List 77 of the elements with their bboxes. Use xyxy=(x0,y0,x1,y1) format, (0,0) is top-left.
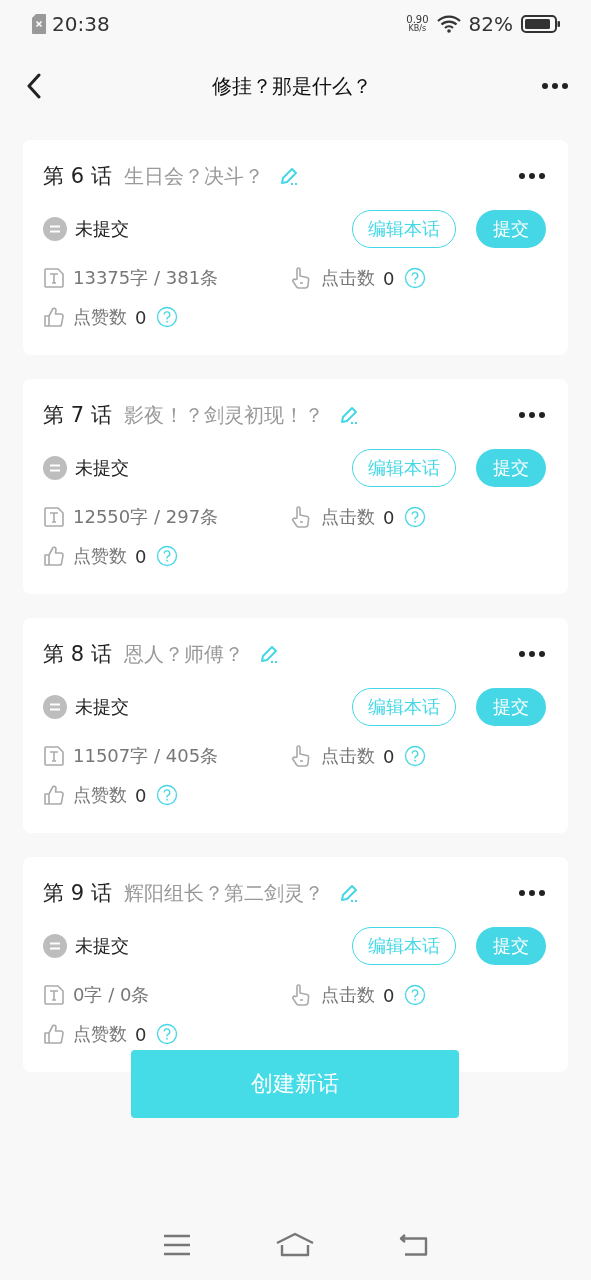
help-icon[interactable] xyxy=(404,984,427,1006)
sim-icon xyxy=(32,14,46,34)
edit-chapter-button[interactable]: 编辑本话 xyxy=(352,927,456,965)
clicks-value: 0 xyxy=(383,984,395,1006)
status-label: 未提交 xyxy=(75,456,129,480)
chapter-title: 影夜！？剑灵初现！？ xyxy=(123,401,324,429)
help-icon[interactable] xyxy=(404,745,427,767)
clicks-label: 点击数 xyxy=(321,266,375,290)
likes-label: 点赞数 xyxy=(73,544,127,568)
status-icon xyxy=(43,695,67,719)
help-icon[interactable] xyxy=(156,784,179,806)
submit-button[interactable]: 提交 xyxy=(476,449,546,487)
chapter-title: 恩人？师傅？ xyxy=(123,640,244,668)
text-icon xyxy=(43,745,65,767)
likes-value: 0 xyxy=(135,1023,147,1045)
chapter-number: 第 8 话 xyxy=(43,641,112,668)
more-icon[interactable] xyxy=(518,172,546,180)
clicks-value: 0 xyxy=(383,506,395,528)
help-icon[interactable] xyxy=(404,267,427,289)
page-title: 修挂？那是什么？ xyxy=(211,72,372,100)
status-label: 未提交 xyxy=(75,695,129,719)
clicks-value: 0 xyxy=(383,267,395,289)
chapter-title: 辉阳组长？第二剑灵？ xyxy=(123,879,324,907)
chapter-number: 第 7 话 xyxy=(43,402,112,429)
more-icon[interactable] xyxy=(518,411,546,419)
text-icon xyxy=(43,506,65,528)
likes-label: 点赞数 xyxy=(73,1022,127,1046)
network-speed-value: 0.90 xyxy=(406,15,429,25)
chapter-title: 生日会？决斗？ xyxy=(123,162,264,190)
clicks-label: 点击数 xyxy=(321,983,375,1007)
chapter-number: 第 9 话 xyxy=(43,880,112,907)
thumbs-up-icon xyxy=(43,1023,65,1045)
word-count: 11507字 / 405条 xyxy=(73,744,219,768)
clicks-label: 点击数 xyxy=(321,744,375,768)
more-icon[interactable] xyxy=(541,82,569,90)
word-count: 12550字 / 297条 xyxy=(73,505,219,529)
help-icon[interactable] xyxy=(156,306,179,328)
word-count: 13375字 / 381条 xyxy=(73,266,219,290)
edit-chapter-button[interactable]: 编辑本话 xyxy=(352,449,456,487)
battery-percent: 82% xyxy=(468,12,513,36)
status-label: 未提交 xyxy=(75,934,129,958)
edit-chapter-button[interactable]: 编辑本话 xyxy=(352,688,456,726)
back-icon[interactable] xyxy=(26,73,42,99)
more-icon[interactable] xyxy=(518,889,546,897)
word-count: 0字 / 0条 xyxy=(73,983,150,1007)
more-icon[interactable] xyxy=(518,650,546,658)
status-label: 未提交 xyxy=(75,217,129,241)
submit-button[interactable]: 提交 xyxy=(476,688,546,726)
home-icon[interactable] xyxy=(275,1232,316,1258)
thumbs-up-icon xyxy=(43,784,65,806)
network-speed-unit: KB/s xyxy=(408,25,427,33)
clock: 20:38 xyxy=(52,12,110,36)
chapter-number: 第 6 话 xyxy=(43,163,112,190)
status-icon xyxy=(43,934,67,958)
help-icon[interactable] xyxy=(156,1023,179,1045)
thumbs-up-icon xyxy=(43,545,65,567)
thumbs-up-icon xyxy=(43,306,65,328)
likes-value: 0 xyxy=(135,545,147,567)
status-icon xyxy=(43,456,67,480)
likes-value: 0 xyxy=(135,784,147,806)
likes-label: 点赞数 xyxy=(73,305,127,329)
status-icon xyxy=(43,217,67,241)
battery-icon xyxy=(521,15,561,33)
text-icon xyxy=(43,267,65,289)
text-icon xyxy=(43,984,65,1006)
help-icon[interactable] xyxy=(404,506,427,528)
wifi-icon xyxy=(436,15,461,33)
create-chapter-button[interactable]: 创建新话 xyxy=(131,1050,459,1118)
submit-button[interactable]: 提交 xyxy=(476,927,546,965)
clicks-value: 0 xyxy=(383,745,395,767)
edit-chapter-button[interactable]: 编辑本话 xyxy=(352,210,456,248)
likes-value: 0 xyxy=(135,306,147,328)
help-icon[interactable] xyxy=(156,545,179,567)
clicks-label: 点击数 xyxy=(321,505,375,529)
submit-button[interactable]: 提交 xyxy=(476,210,546,248)
likes-label: 点赞数 xyxy=(73,783,127,807)
menu-icon[interactable] xyxy=(161,1233,192,1257)
